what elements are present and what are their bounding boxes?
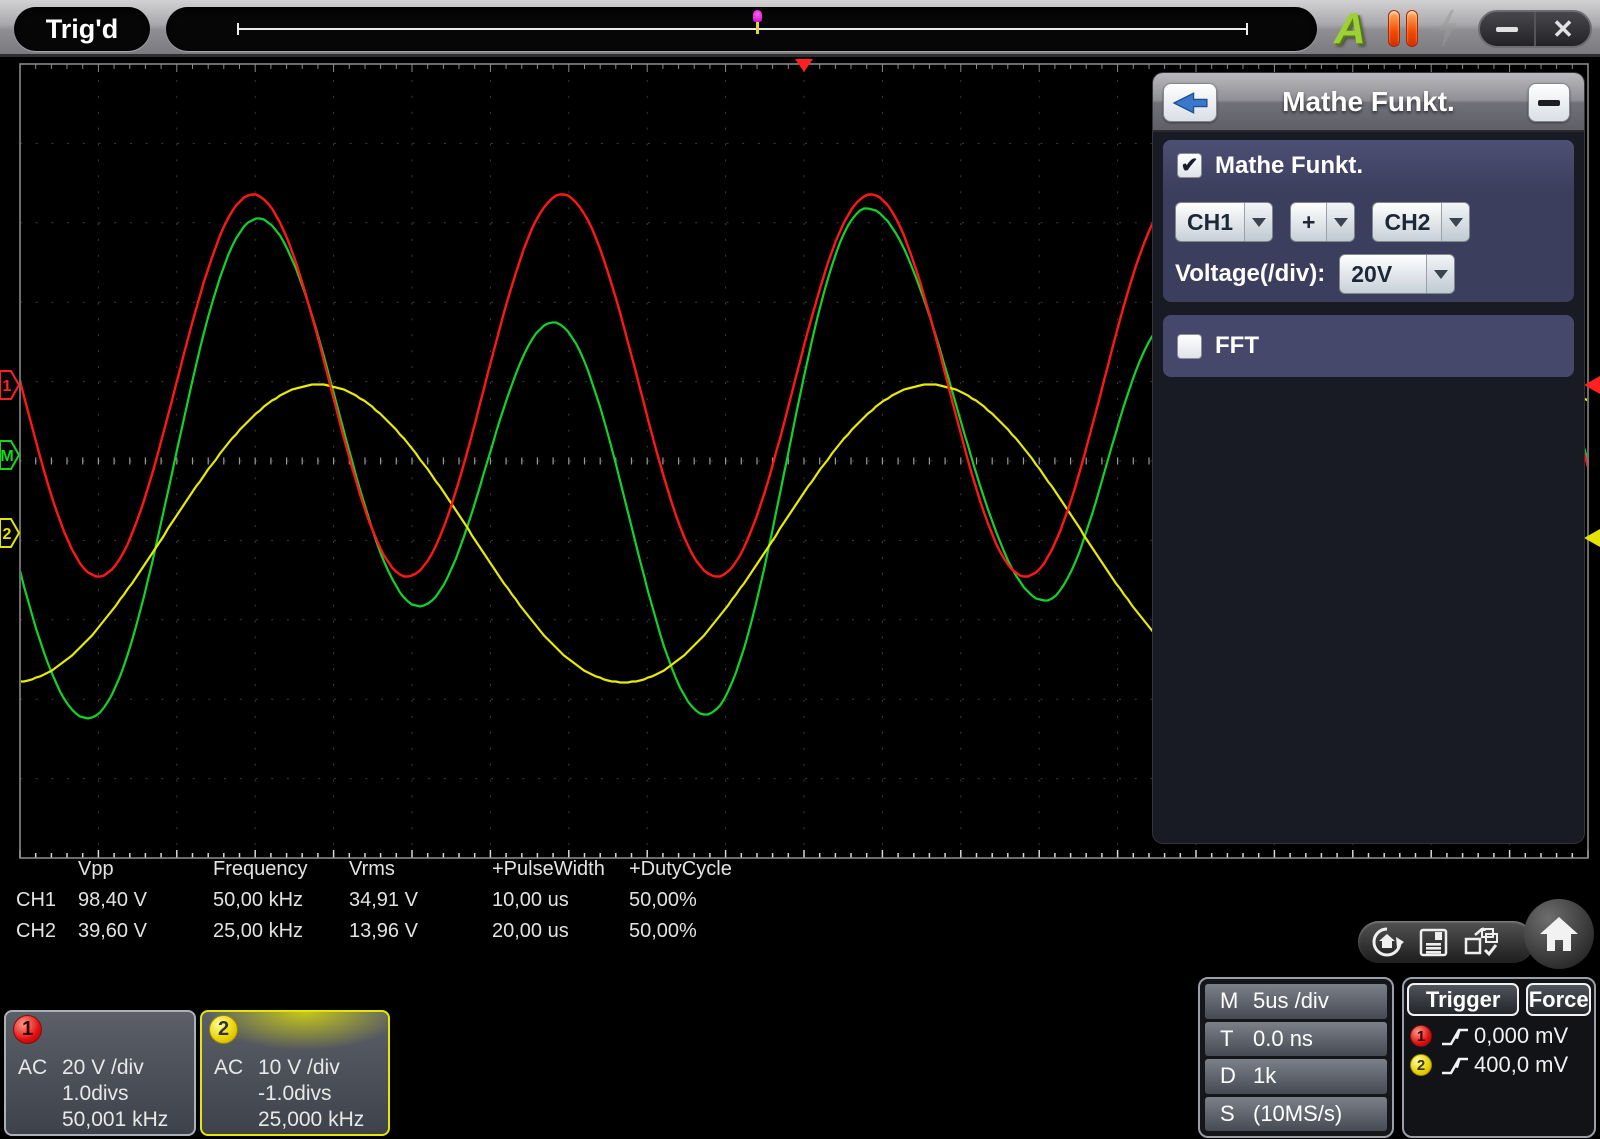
source1-dropdown[interactable]: CH1 <box>1175 202 1274 242</box>
math-function-panel: Mathe Funkt. ✔ Mathe Funkt. CH1 + CH2 Vo… <box>1153 73 1584 843</box>
timebase-value-s: (10MS/s) <box>1253 1100 1343 1126</box>
math-enable-row: ✔ Mathe Funkt. <box>1163 140 1574 191</box>
trigger-level-value: 0,000 mV <box>1474 1023 1569 1048</box>
oscilloscope-app: Trig'd A ✕ 1M2 Mathe Funkt. ✔ Mathe Funk… <box>0 0 1600 1139</box>
source2-value: CH2 <box>1384 208 1431 235</box>
meas-row-ch1-label: CH1 <box>16 889 57 911</box>
chevron-down-icon[interactable] <box>1441 203 1470 241</box>
channel1-scale: 20 V /div <box>62 1056 144 1079</box>
math-enable-checkbox[interactable]: ✔ <box>1177 153 1202 178</box>
channel2-frequency: 25,000 kHz <box>258 1108 365 1131</box>
svg-text:2: 2 <box>3 526 12 543</box>
meas-header-vpp: Vpp <box>78 858 114 880</box>
channel1-info-box[interactable]: 1 AC 20 V /div 1.0divs 50,001 kHz <box>4 1010 196 1136</box>
home-button[interactable] <box>1524 899 1594 969</box>
meas-header-dutycycle: +DutyCycle <box>629 858 732 880</box>
math-enable-label: Mathe Funkt. <box>1215 151 1363 179</box>
left-level-marker-2[interactable]: 2 <box>0 518 21 548</box>
channel1-coupling: AC <box>18 1056 48 1079</box>
math-operand-row: CH1 + CH2 <box>1163 191 1574 242</box>
right-trigger-level-arrow-1[interactable] <box>1584 376 1600 394</box>
channel2-scale: 10 V /div <box>258 1056 340 1079</box>
meas-header-vrms: Vrms <box>349 858 395 880</box>
trigger-info-box: Trigger Force 1 0,000 mV 2 400,0 mV <box>1402 977 1596 1138</box>
left-level-marker-1[interactable]: 1 <box>0 370 21 400</box>
channel1-badge: 1 <box>1410 1025 1432 1047</box>
operator-value: + <box>1302 208 1316 235</box>
trigger-level-ch1[interactable]: 1 0,000 mV <box>1404 1020 1594 1049</box>
meas-ch2-vpp: 39,60 V <box>78 920 147 942</box>
svg-text:1: 1 <box>3 378 12 395</box>
back-arrow-icon <box>1172 91 1208 114</box>
math-settings-section: ✔ Mathe Funkt. CH1 + CH2 Voltage(/div): <box>1163 140 1574 302</box>
meas-ch1-vrms: 34,91 V <box>349 889 418 911</box>
channel2-badge: 2 <box>209 1015 238 1044</box>
chevron-down-icon[interactable] <box>1326 203 1355 241</box>
fft-label: FFT <box>1215 332 1259 359</box>
timebase-row-s[interactable]: S (10MS/s) <box>1205 1096 1387 1131</box>
meas-ch2-pulsewidth: 20,00 us <box>492 920 569 942</box>
timebase-key-d: D <box>1220 1063 1236 1089</box>
source1-value: CH1 <box>1187 208 1234 235</box>
voltage-div-dropdown[interactable]: 20V <box>1339 254 1456 294</box>
timebase-key-s: S <box>1220 1100 1235 1126</box>
right-trigger-level-arrow-2[interactable] <box>1584 529 1600 547</box>
channel1-badge: 1 <box>13 1015 42 1044</box>
timebase-row-t[interactable]: T 0.0 ns <box>1205 1021 1387 1056</box>
fft-checkbox[interactable] <box>1177 333 1202 359</box>
timebase-key-m: M <box>1220 988 1239 1014</box>
voltage-div-label: Voltage(/div): <box>1175 260 1326 287</box>
timebase-value-t: 0.0 ns <box>1253 1025 1313 1051</box>
timebase-info-box[interactable]: M 5us /div T 0.0 ns D 1k S (10MS/s) <box>1198 977 1394 1138</box>
svg-text:M: M <box>0 448 13 465</box>
trigger-level-ch2[interactable]: 2 400,0 mV <box>1404 1049 1594 1078</box>
back-button[interactable] <box>1163 83 1217 122</box>
meas-ch1-vpp: 98,40 V <box>78 889 147 911</box>
force-button[interactable]: Force <box>1526 983 1591 1016</box>
trigger-position-marker[interactable] <box>795 59 813 72</box>
math-panel-title: Mathe Funkt. <box>1282 86 1455 117</box>
meas-header-frequency: Frequency <box>213 858 308 880</box>
factory-reset-icon[interactable] <box>1370 925 1404 959</box>
math-voltage-row: Voltage(/div): 20V <box>1163 242 1574 294</box>
home-icon <box>1540 917 1578 951</box>
meas-ch1-frequency: 50,00 kHz <box>213 889 304 911</box>
operator-dropdown[interactable]: + <box>1290 202 1356 242</box>
meas-ch1-dutycycle: 50,00% <box>629 889 697 911</box>
panel-minimize-button[interactable] <box>1528 83 1570 122</box>
timebase-value-d: 1k <box>1253 1063 1277 1089</box>
channel1-frequency: 50,001 kHz <box>62 1108 169 1131</box>
meas-ch2-dutycycle: 50,00% <box>629 920 697 942</box>
timebase-key-t: T <box>1220 1025 1234 1051</box>
channel2-badge: 2 <box>1410 1054 1432 1076</box>
meas-ch1-pulsewidth: 10,00 us <box>492 889 569 911</box>
math-panel-header: Mathe Funkt. <box>1153 73 1584 132</box>
channel2-info-box[interactable]: 2 AC 10 V /div -1.0divs 25,000 kHz <box>200 1010 390 1136</box>
rising-edge-icon <box>1442 1057 1468 1075</box>
timebase-row-d[interactable]: D 1k <box>1205 1059 1387 1094</box>
chevron-down-icon[interactable] <box>1244 203 1273 241</box>
left-level-marker-M[interactable]: M <box>0 440 21 470</box>
trigger-level-value: 400,0 mV <box>1474 1052 1569 1077</box>
trigger-button[interactable]: Trigger <box>1407 983 1520 1016</box>
save-icon[interactable] <box>1418 927 1449 958</box>
source2-dropdown[interactable]: CH2 <box>1372 202 1471 242</box>
voltage-div-value: 20V <box>1351 260 1393 287</box>
channel2-coupling: AC <box>214 1056 244 1079</box>
channel1-position: 1.0divs <box>62 1082 129 1105</box>
meas-ch2-frequency: 25,00 kHz <box>213 920 304 942</box>
meas-row-ch2-label: CH2 <box>16 920 57 942</box>
timebase-row-m[interactable]: M 5us /div <box>1205 984 1387 1019</box>
channel2-position: -1.0divs <box>258 1082 332 1105</box>
chevron-down-icon[interactable] <box>1426 255 1455 293</box>
rising-edge-icon <box>1442 1028 1468 1046</box>
utility-toolbar <box>1358 921 1534 963</box>
meas-ch2-vrms: 13,96 V <box>349 920 418 942</box>
transfer-display-icon[interactable] <box>1463 926 1499 958</box>
fft-section: FFT <box>1163 315 1574 377</box>
timebase-value-m: 5us /div <box>1253 988 1329 1014</box>
meas-header-pulsewidth: +PulseWidth <box>492 858 605 880</box>
